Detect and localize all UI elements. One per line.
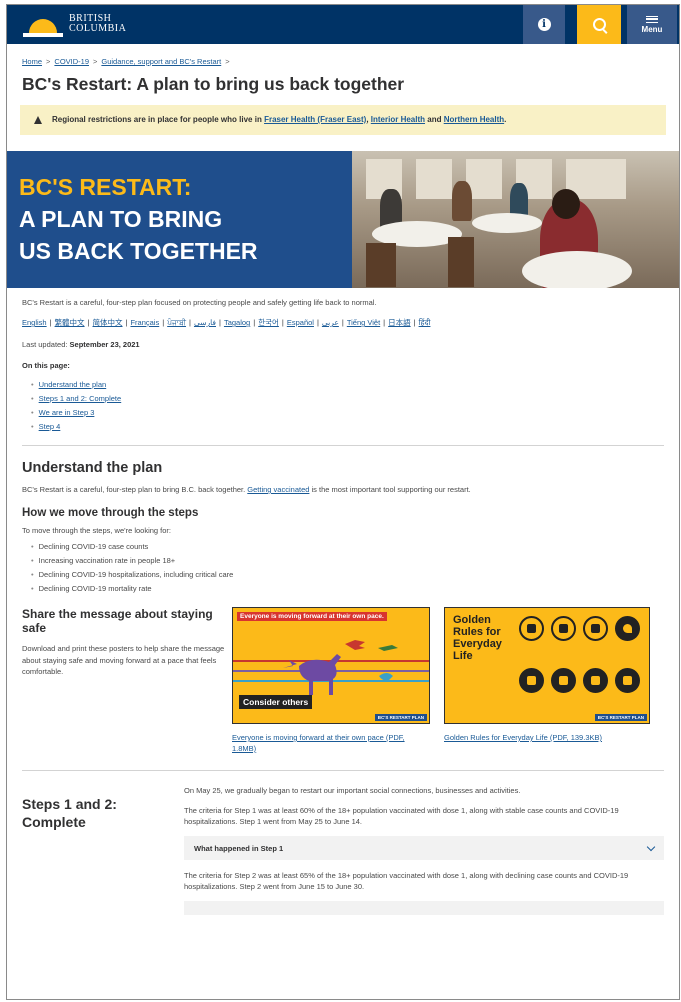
poster-golden-rules-image[interactable]: Golden Rules for Everyday Life BC'S REST… [444,607,650,724]
on-this-page-list: Understand the plan Steps 1 and 2: Compl… [22,380,664,431]
fraser-health-link[interactable]: Fraser Health (Fraser East) [264,115,366,124]
rule-icon [551,668,576,693]
breadcrumb-guidance[interactable]: Guidance, support and BC's Restart [101,57,221,66]
regional-restrictions-alert: Regional restrictions are in place for p… [20,105,666,135]
rule-icon [583,668,608,693]
language-links: English | 繁體中文 | 简体中文 | Français | ਪੰਜਾਬੀ | فارسی |… [22,318,431,327]
move-intro: To move through the steps, we're looking… [22,526,172,535]
list-item: We are in Step 3 [31,408,664,417]
steps-para-2: The criteria for Step 1 was at least 60%… [184,806,619,826]
chevron-down-icon [646,842,656,851]
page-title: BC's Restart: A plan to bring us back to… [22,74,405,94]
poster-moving-forward-link[interactable]: Everyone is moving forward at their own … [232,732,430,754]
rule-icon [583,616,608,641]
on-this-page-heading: On this page: [22,361,70,370]
list-item: Declining COVID-19 mortality rate [31,584,664,593]
toc-understand-plan[interactable]: Understand the plan [39,380,107,389]
poster-golden-rules-link[interactable]: Golden Rules for Everyday Life (PDF, 139… [444,732,650,743]
list-item: Increasing vaccination rate in people 18… [31,556,664,565]
lang-simplified-chinese[interactable]: 简体中文 [93,318,123,327]
info-button[interactable]: i [523,5,565,44]
toc-step-4[interactable]: Step 4 [39,422,61,431]
last-updated-date: September 23, 2021 [69,340,140,349]
divider [22,445,664,446]
list-item: Understand the plan [31,380,664,389]
interior-health-link[interactable]: Interior Health [371,115,425,124]
share-message-text: Download and print these posters to help… [22,644,225,676]
search-icon [592,18,606,31]
warning-icon [34,116,42,124]
northern-health-link[interactable]: Northern Health [444,115,504,124]
bc-sun-logo-icon [23,11,63,37]
understand-plan-heading: Understand the plan [22,460,163,476]
hero-line-1: BC'S RESTART: [19,174,192,200]
poster-golden-rules[interactable]: Golden Rules for Everyday Life BC'S REST… [444,607,650,754]
share-message-section: Share the message about staying safe Dow… [22,607,664,754]
menu-button[interactable]: Menu [627,5,677,44]
lang-traditional-chinese[interactable]: 繁體中文 [55,318,85,327]
accordion-step-2[interactable] [184,901,664,915]
lang-vietnamese[interactable]: Tiếng Việt [347,318,380,327]
search-button[interactable] [577,5,621,44]
move-through-steps-heading: How we move through the steps [22,507,199,519]
hero-text-panel: BC'S RESTART: A PLAN TO BRING US BACK TO… [7,151,352,288]
poster-moving-forward[interactable]: Everyone is moving forward at their own … [232,607,430,754]
intro-text: BC's Restart is a careful, four-step pla… [22,298,377,307]
list-item: Steps 1 and 2: Complete [31,394,664,403]
lang-spanish[interactable]: Español [287,318,314,327]
animals-illustration-icon [283,640,398,695]
criteria-list: Declining COVID-19 case counts Increasin… [22,542,664,593]
divider [22,770,664,771]
heart-icon [615,616,640,641]
lang-korean[interactable]: 한국어 [258,318,279,327]
golden-rules-title: Golden Rules for Everyday Life [453,614,502,662]
steps-para-3: The criteria for Step 2 was at least 65%… [184,871,629,891]
last-updated: Last updated: September 23, 2021 [22,340,140,349]
info-icon: i [537,18,551,31]
breadcrumb-home[interactable]: Home [22,57,42,66]
list-item: Declining COVID-19 hospitalizations, inc… [31,570,664,579]
understand-plan-text: BC's Restart is a careful, four-step pla… [22,485,471,494]
restaurant-photo [352,151,679,288]
lang-french[interactable]: Français [130,318,159,327]
lang-japanese[interactable]: 日本語 [388,318,411,327]
hero-banner: BC'S RESTART: A PLAN TO BRING US BACK TO… [7,151,679,288]
rule-icon [551,616,576,641]
hamburger-icon [646,15,658,23]
lang-hindi[interactable]: हिंदी [419,318,431,327]
lang-arabic[interactable]: عربى [322,318,339,327]
list-item: Declining COVID-19 case counts [31,542,664,551]
menu-label: Menu [641,24,663,34]
bc-logo[interactable]: BRITISH COLUMBIA [23,11,126,37]
getting-vaccinated-link[interactable]: Getting vaccinated [247,485,309,494]
hero-line-2: A PLAN TO BRING [19,206,223,232]
steps-para-1: On May 25, we gradually began to restart… [184,786,521,795]
site-header: BRITISH COLUMBIA i Menu [7,5,679,44]
breadcrumb: Home > COVID-19 > Guidance, support and BC's… [22,57,230,66]
breadcrumb-covid19[interactable]: COVID-19 [54,57,89,66]
list-item: Step 4 [31,422,664,431]
share-message-heading: Share the message about staying safe [22,607,213,635]
main-content: Home > COVID-19 > Guidance, support and BC's… [7,57,679,925]
lang-farsi[interactable]: فارسی [194,318,216,327]
toc-step-3[interactable]: We are in Step 3 [39,408,95,417]
poster-moving-forward-image[interactable]: Everyone is moving forward at their own … [232,607,430,724]
bc-logo-wordmark: BRITISH COLUMBIA [69,13,127,34]
hero-line-3: US BACK TOGETHER [19,238,258,264]
accordion-step-1[interactable]: What happened in Step 1 [184,836,664,860]
lang-english[interactable]: English [22,318,47,327]
toc-steps-1-2[interactable]: Steps 1 and 2: Complete [39,394,122,403]
tree-icon [615,668,640,693]
lang-punjabi[interactable]: ਪੰਜਾਬੀ [167,318,186,327]
rule-icon [519,616,544,641]
steps-1-2-section: Steps 1 and 2: Complete On May 25, we gr… [22,785,664,925]
browser-viewport: BRITISH COLUMBIA i Menu Home > COVID-19 > Gu… [6,4,680,1000]
rule-icon [519,668,544,693]
consider-others-badge: Consider others [239,695,313,709]
lang-tagalog[interactable]: Tagalog [224,318,250,327]
accordion-step-1-label: What happened in Step 1 [194,843,284,853]
steps-1-2-heading: Steps 1 and 2: Complete [22,796,117,830]
